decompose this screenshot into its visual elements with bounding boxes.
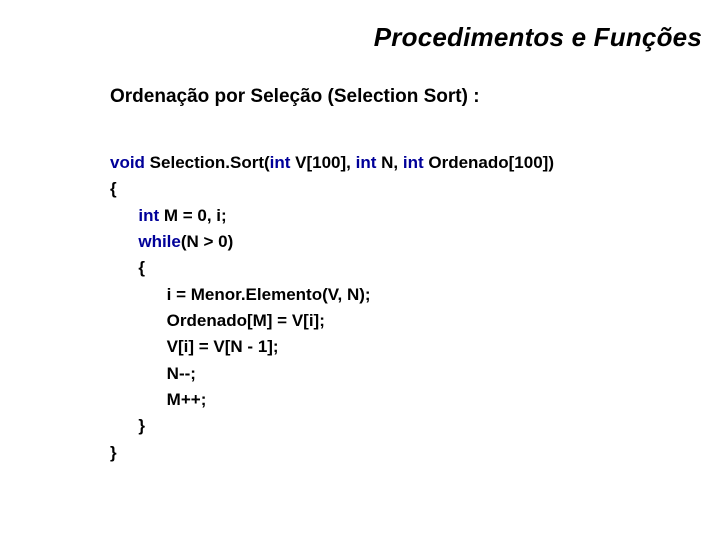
code-line-6: i = Menor.Elemento(V, N);: [110, 285, 371, 304]
keyword-int: int: [403, 153, 424, 172]
code-line-2: {: [110, 179, 117, 198]
code-text: Selection.Sort(: [145, 153, 270, 172]
code-line-11: }: [110, 416, 145, 435]
code-line-12: }: [110, 443, 117, 462]
code-line-7: Ordenado[M] = V[i];: [110, 311, 325, 330]
code-text: (N > 0): [181, 232, 233, 251]
indent: [110, 206, 138, 225]
code-text: N,: [376, 153, 402, 172]
slide: Procedimentos e Funções Ordenação por Se…: [0, 0, 720, 540]
code-line-8: V[i] = V[N - 1];: [110, 337, 279, 356]
keyword-int: int: [356, 153, 377, 172]
code-line-5: {: [110, 258, 145, 277]
slide-title: Procedimentos e Funções: [374, 22, 702, 53]
code-line-10: M++;: [110, 390, 206, 409]
code-text: M = 0, i;: [159, 206, 227, 225]
code-block: void Selection.Sort(int V[100], int N, i…: [110, 150, 554, 466]
section-subtitle: Ordenação por Seleção (Selection Sort) :: [110, 86, 480, 108]
keyword-int: int: [138, 206, 159, 225]
indent: [110, 232, 138, 251]
code-text: Ordenado[100]): [424, 153, 554, 172]
code-line-4: while(N > 0): [110, 232, 233, 251]
code-line-1: void Selection.Sort(int V[100], int N, i…: [110, 153, 554, 172]
code-text: V[100],: [290, 153, 355, 172]
code-line-9: N--;: [110, 364, 196, 383]
keyword-while: while: [138, 232, 181, 251]
keyword-void: void: [110, 153, 145, 172]
keyword-int: int: [270, 153, 291, 172]
code-line-3: int M = 0, i;: [110, 206, 227, 225]
